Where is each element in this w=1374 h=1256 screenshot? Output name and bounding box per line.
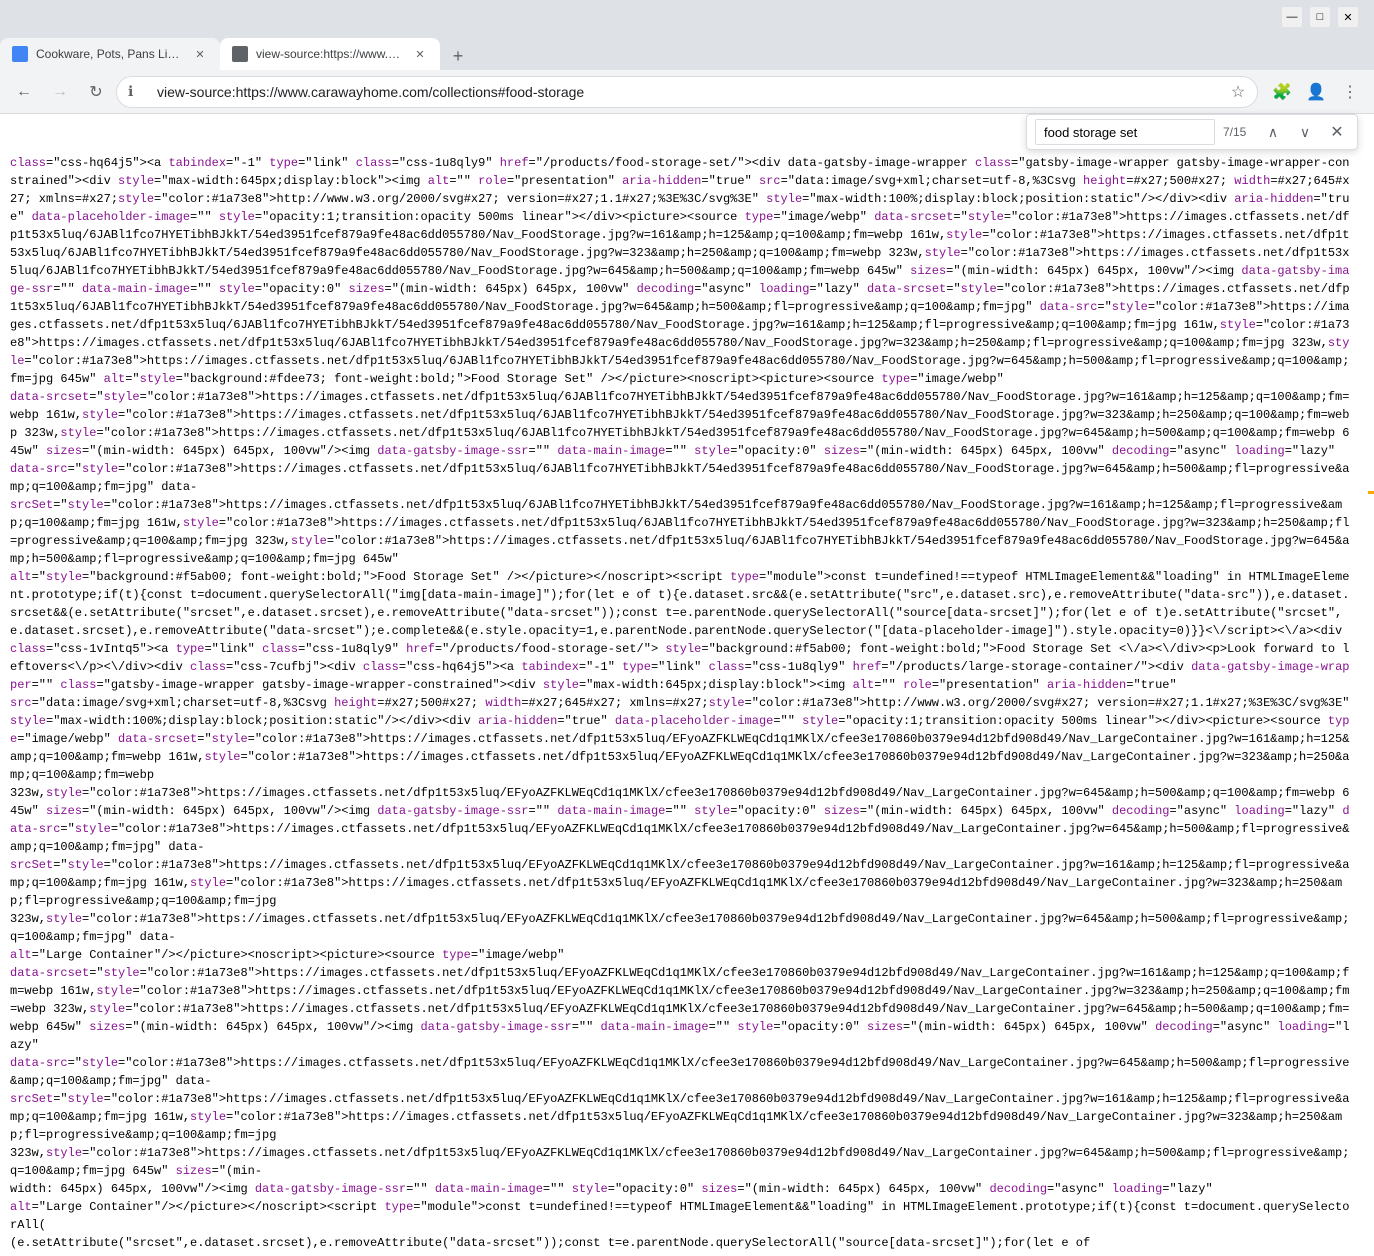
source-line: class="css-hq64j5"><a tabindex="-1" type… <box>8 154 1358 388</box>
find-close-button[interactable]: ✕ <box>1325 120 1349 144</box>
tab-viewsource[interactable]: view-source:https://www.caraw... ✕ <box>220 38 440 70</box>
forward-button[interactable]: → <box>44 76 76 108</box>
source-line: 323w,style="color:#1a73e8">https://image… <box>8 910 1358 946</box>
profile-button[interactable]: 👤 <box>1300 76 1332 108</box>
source-line: srcSet="style="color:#1a73e8">https://im… <box>8 1090 1358 1144</box>
address-bar-icon: ℹ <box>128 83 133 100</box>
tab-favicon-viewsource <box>232 46 248 62</box>
source-line: data-src="style="color:#1a73e8">https://… <box>8 460 1358 496</box>
scroll-indicator <box>1368 114 1374 1256</box>
tab-title-viewsource: view-source:https://www.caraw... <box>256 47 404 61</box>
find-bar: 7/15 ∧ ∨ ✕ <box>1026 114 1358 150</box>
source-line: srcSet="style="color:#1a73e8">https://im… <box>8 496 1358 568</box>
source-line: 323w,style="color:#1a73e8">https://image… <box>8 784 1358 856</box>
extensions-button[interactable]: 🧩 <box>1266 76 1298 108</box>
close-button[interactable]: ✕ <box>1338 7 1358 27</box>
source-line: alt="Large Container"/></picture></noscr… <box>8 1198 1358 1234</box>
maximize-button[interactable]: □ <box>1310 7 1330 27</box>
find-next-button[interactable]: ∨ <box>1293 120 1317 144</box>
address-input[interactable] <box>116 76 1258 108</box>
source-line: data-src="style="color:#1a73e8">https://… <box>8 1054 1358 1090</box>
tab-close-viewsource[interactable]: ✕ <box>412 46 428 62</box>
source-line: 323w,style="color:#1a73e8">https://image… <box>8 1144 1358 1180</box>
tab-title-cookware: Cookware, Pots, Pans Linens & <box>36 47 184 61</box>
title-bar: — □ ✕ <box>0 0 1374 34</box>
source-line: alt="Large Container"/></picture><noscri… <box>8 946 1358 964</box>
nav-icons-right: 🧩 👤 ⋮ <box>1266 76 1366 108</box>
source-line: (e.setAttribute("srcset",e.dataset.srcse… <box>8 1234 1358 1252</box>
find-input[interactable] <box>1035 119 1215 145</box>
nav-bar: ← → ↻ ℹ ☆ 🧩 👤 ⋮ <box>0 70 1374 114</box>
new-tab-button[interactable]: + <box>444 42 472 70</box>
bookmark-icon[interactable]: ☆ <box>1226 80 1250 104</box>
source-line: alt="style="background:#f5ab00; font-wei… <box>8 568 1358 694</box>
source-line: srcSet="style="color:#1a73e8">https://im… <box>8 856 1358 910</box>
source-line: data-srcset="style="color:#1a73e8">https… <box>8 388 1358 460</box>
tabs-bar: Cookware, Pots, Pans Linens & ✕ view-sou… <box>0 34 1374 70</box>
tab-favicon-cookware <box>12 46 28 62</box>
address-icons: ☆ <box>1226 80 1250 104</box>
reload-button[interactable]: ↻ <box>80 76 112 108</box>
window-controls: — □ ✕ <box>1282 7 1358 27</box>
source-line: src="data:image/svg+xml;charset=utf-8,%3… <box>8 694 1358 784</box>
source-content[interactable]: class="css-hq64j5"><a tabindex="-1" type… <box>0 114 1374 1256</box>
source-line: width: 645px) 645px, 100vw"/><img data-g… <box>8 1180 1358 1198</box>
address-bar-container: ℹ ☆ <box>116 76 1258 108</box>
tab-cookware[interactable]: Cookware, Pots, Pans Linens & ✕ <box>0 38 220 70</box>
source-area: class="css-hq64j5"><a tabindex="-1" type… <box>0 114 1374 1256</box>
menu-button[interactable]: ⋮ <box>1334 76 1366 108</box>
find-previous-button[interactable]: ∧ <box>1261 120 1285 144</box>
find-count: 7/15 <box>1223 125 1253 139</box>
back-button[interactable]: ← <box>8 76 40 108</box>
tab-close-cookware[interactable]: ✕ <box>192 46 208 62</box>
minimize-button[interactable]: — <box>1282 7 1302 27</box>
source-line: data-srcset="style="color:#1a73e8">https… <box>8 964 1358 1054</box>
